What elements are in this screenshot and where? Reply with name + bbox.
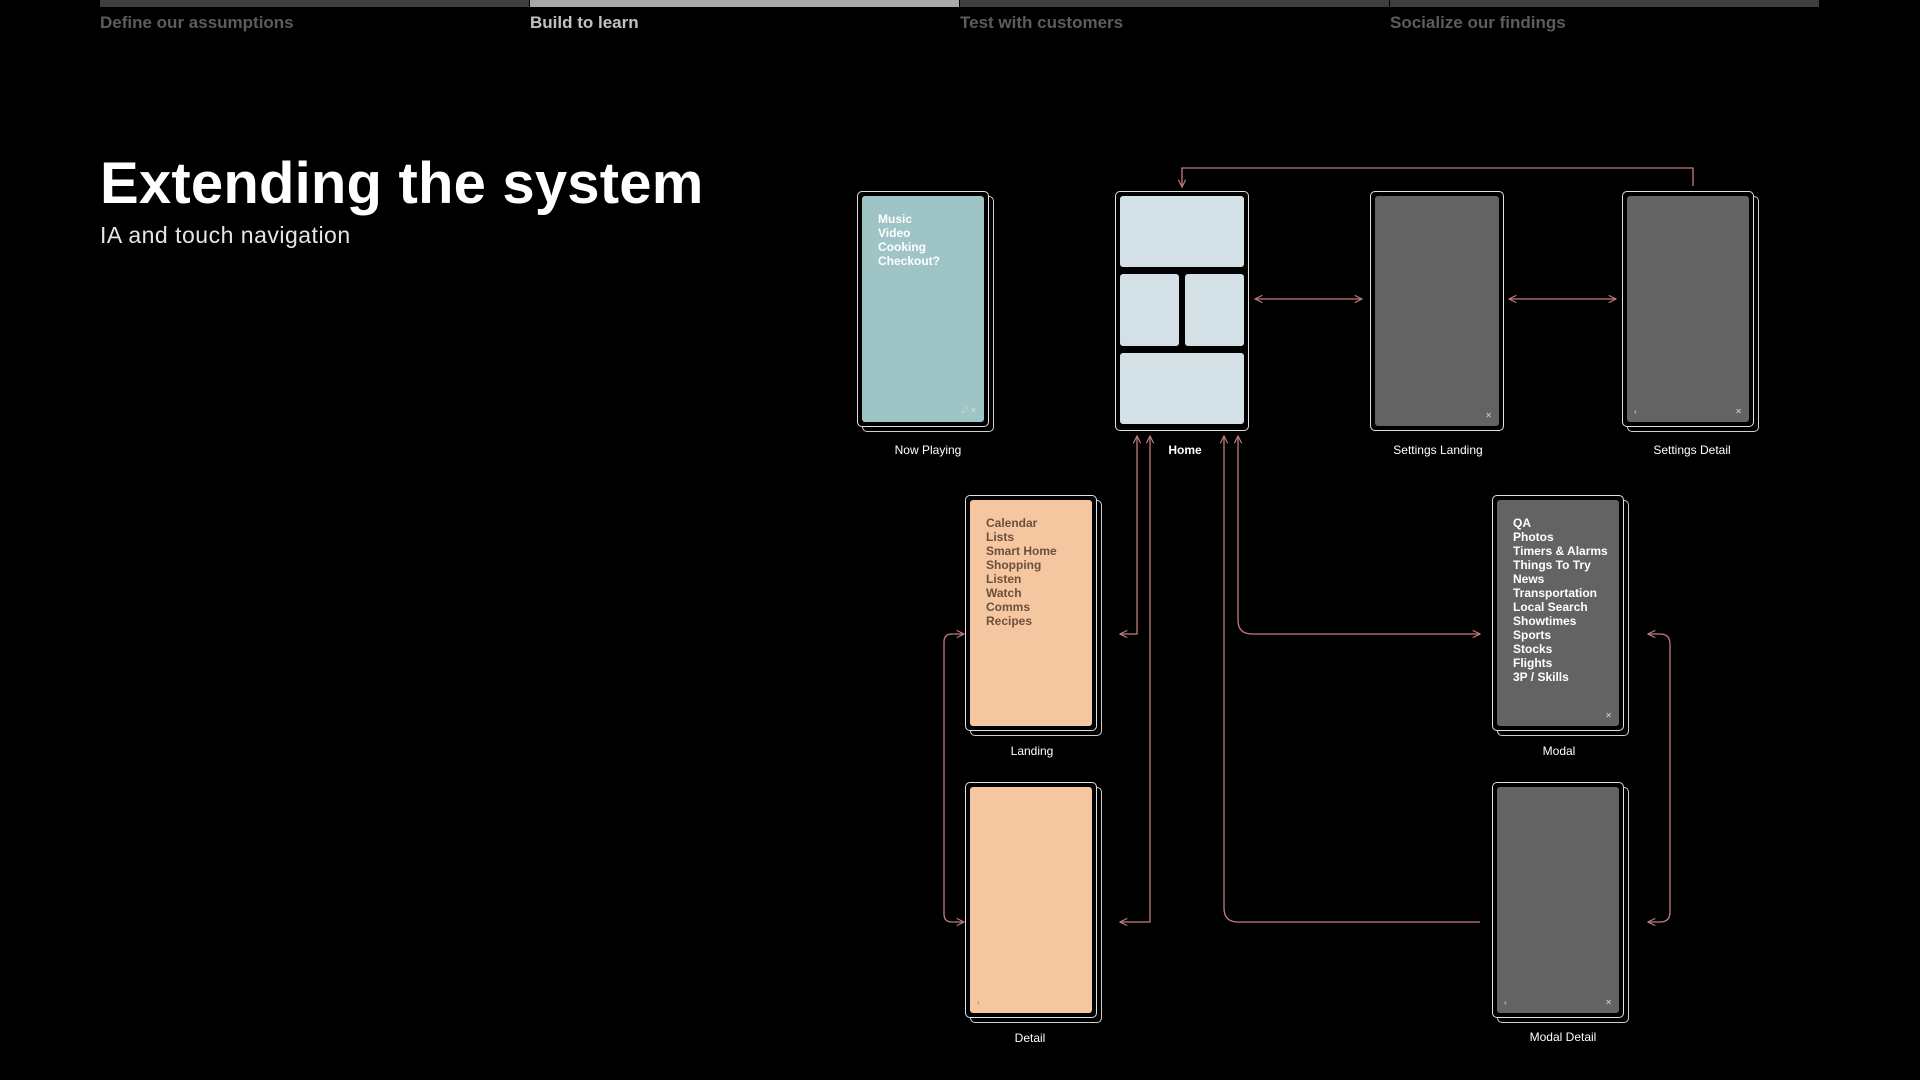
menu-item[interactable]: Calendar: [986, 516, 1057, 530]
menu-item[interactable]: QA: [1513, 516, 1608, 530]
home-tile-top[interactable]: [1120, 196, 1244, 267]
menu-item[interactable]: Transportation: [1513, 586, 1608, 600]
home-tile-grid: [1120, 196, 1244, 426]
back-icon[interactable]: ‹: [1504, 998, 1507, 1007]
settings-detail-panel: ‹ ✕: [1627, 196, 1749, 422]
landing-menu: Calendar Lists Smart Home Shopping Liste…: [986, 516, 1057, 628]
close-icon[interactable]: ✕: [1605, 998, 1612, 1007]
menu-item[interactable]: Music: [878, 212, 940, 226]
menu-item[interactable]: Smart Home: [986, 544, 1057, 558]
screen-now-playing[interactable]: Music Video Cooking Checkout? ⤢ ✕: [857, 191, 994, 432]
caption-settings-detail: Settings Detail: [1653, 443, 1731, 457]
caption-modal: Modal: [1542, 744, 1576, 758]
close-icon[interactable]: ✕: [1735, 407, 1742, 416]
modal-detail-panel: ‹ ✕: [1497, 787, 1619, 1013]
menu-item[interactable]: Showtimes: [1513, 614, 1608, 628]
now-playing-panel: Music Video Cooking Checkout? ⤢ ✕: [862, 196, 984, 422]
screen-modal-detail[interactable]: ‹ ✕: [1492, 782, 1629, 1023]
menu-item[interactable]: Listen: [986, 572, 1057, 586]
settings-landing-panel: ✕: [1375, 196, 1499, 426]
connector-detail-to-home: [1120, 436, 1150, 922]
screen-landing[interactable]: Calendar Lists Smart Home Shopping Liste…: [965, 495, 1102, 736]
connector-modal-detail-to-home: [1224, 436, 1480, 923]
back-icon[interactable]: ‹: [977, 998, 980, 1007]
connector-landing-to-home: [1120, 436, 1137, 634]
connector-settings-detail-to-home: [1182, 167, 1694, 187]
caption-now-playing: Now Playing: [894, 443, 962, 457]
now-playing-menu: Music Video Cooking Checkout?: [878, 212, 940, 268]
landing-panel: Calendar Lists Smart Home Shopping Liste…: [970, 500, 1092, 726]
close-icon[interactable]: ✕: [1485, 411, 1492, 420]
menu-item[interactable]: Cooking: [878, 240, 940, 254]
menu-item[interactable]: Photos: [1513, 530, 1608, 544]
home-tile-middle-left[interactable]: [1120, 274, 1179, 346]
menu-item[interactable]: News: [1513, 572, 1608, 586]
caption-settings-landing: Settings Landing: [1393, 443, 1483, 457]
menu-item[interactable]: Stocks: [1513, 642, 1608, 656]
expand-close-icon[interactable]: ⤢ ✕: [962, 406, 977, 416]
back-icon[interactable]: ‹: [1634, 407, 1637, 416]
caption-landing: Landing: [1010, 744, 1054, 758]
navigation-connectors: [943, 167, 1694, 1080]
modal-panel: QA Photos Timers & Alarms Things To Try …: [1497, 500, 1619, 726]
menu-item[interactable]: Things To Try: [1513, 558, 1608, 572]
close-icon[interactable]: ✕: [1605, 711, 1612, 720]
menu-item[interactable]: Lists: [986, 530, 1057, 544]
menu-item[interactable]: Watch: [986, 586, 1057, 600]
menu-item[interactable]: Comms: [986, 600, 1057, 614]
connector-modal-detail-loop: [1648, 634, 1671, 922]
connector-landing-detail-loop: [943, 634, 964, 922]
menu-item[interactable]: Shopping: [986, 558, 1057, 572]
menu-item[interactable]: Timers & Alarms: [1513, 544, 1608, 558]
connector-home-to-modal: [1238, 436, 1480, 634]
caption-home: Home: [1168, 443, 1202, 457]
detail-panel: ‹: [970, 787, 1092, 1013]
home-tile-bottom[interactable]: [1120, 353, 1244, 424]
screen-modal[interactable]: QA Photos Timers & Alarms Things To Try …: [1492, 495, 1629, 736]
home-tile-middle-right[interactable]: [1185, 274, 1244, 346]
caption-detail: Detail: [1014, 1031, 1046, 1045]
caption-modal-detail: Modal Detail: [1529, 1030, 1597, 1044]
menu-item[interactable]: Local Search: [1513, 600, 1608, 614]
menu-item[interactable]: Video: [878, 226, 940, 240]
menu-item[interactable]: Flights: [1513, 656, 1608, 670]
menu-item[interactable]: 3P / Skills: [1513, 670, 1608, 684]
menu-item[interactable]: Sports: [1513, 628, 1608, 642]
modal-menu: QA Photos Timers & Alarms Things To Try …: [1513, 516, 1608, 684]
screen-detail[interactable]: ‹: [965, 782, 1102, 1023]
menu-item[interactable]: Recipes: [986, 614, 1057, 628]
menu-item[interactable]: Checkout?: [878, 254, 940, 268]
screen-settings-detail[interactable]: ‹ ✕: [1622, 191, 1759, 432]
screen-settings-landing[interactable]: ✕: [1370, 191, 1504, 431]
screen-home[interactable]: [1115, 191, 1249, 431]
